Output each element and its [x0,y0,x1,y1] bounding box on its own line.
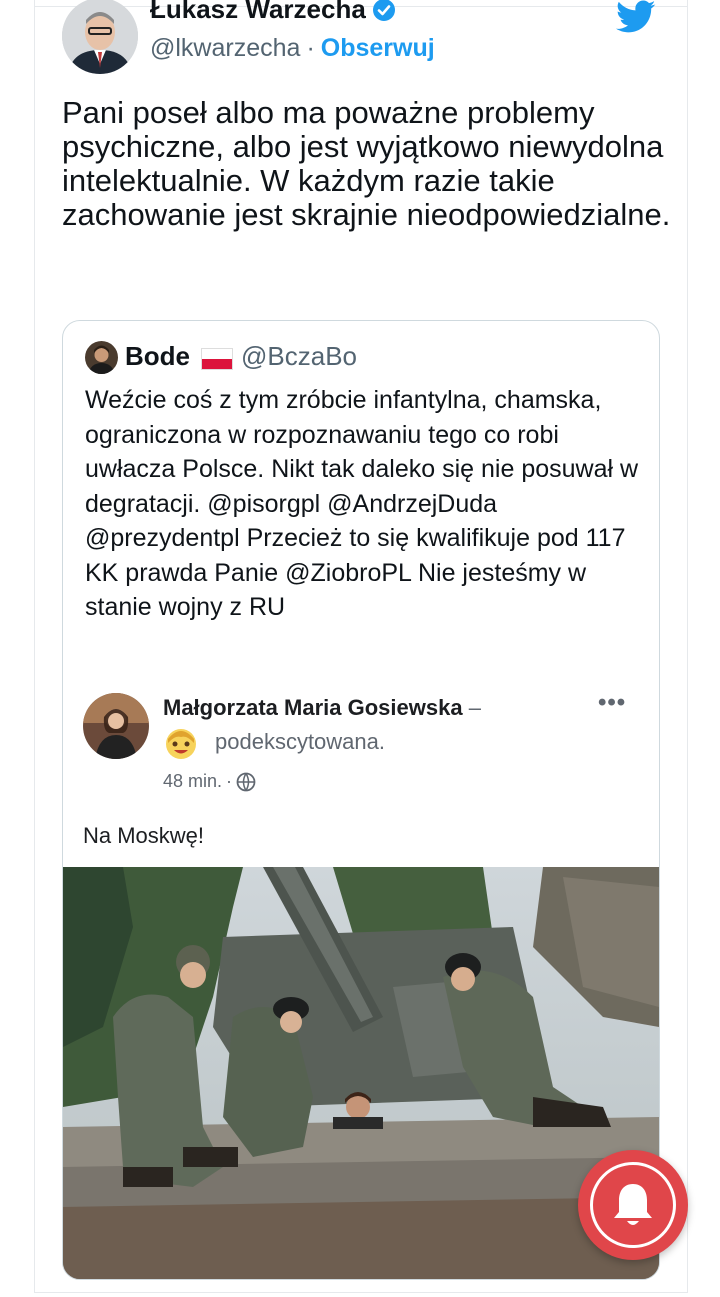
quoted-tweet[interactable]: Bode @BczaBo Weźcie coś z tym zróbcie in… [62,320,660,1280]
author-name[interactable]: Łukasz Warzecha [150,0,396,25]
fb-feeling: podekscytowana. [215,729,385,754]
quote-author-name[interactable]: Bode [125,341,190,372]
notification-bell-button[interactable] [578,1150,688,1260]
more-options-icon: ••• [598,689,627,716]
fb-author-line: Małgorzata Maria Gosiewska – [163,695,481,721]
fb-dash: – [468,695,481,720]
quote-author-handle[interactable]: @BczaBo [241,341,357,372]
bell-ring [590,1162,676,1248]
separator: · [306,34,315,62]
quote-author-avatar[interactable] [85,341,118,374]
author-handle[interactable]: @lkwarzecha [150,34,300,62]
excited-emoji-icon [166,729,196,759]
fb-time-text: 48 min. [163,771,223,791]
author-name-text[interactable]: Łukasz Warzecha [150,0,366,25]
soldiers-tank-photo [63,867,659,1279]
globe-icon [236,772,256,791]
facebook-post-screenshot[interactable]: Małgorzata Maria Gosiewska – ••• podeksc… [63,681,659,1279]
fb-author-name: Małgorzata Maria Gosiewska [163,695,463,720]
verified-badge-icon [372,0,395,21]
fb-time-separator: · [226,771,233,791]
fb-author-avatar [83,693,149,759]
author-avatar[interactable] [62,0,138,74]
fb-timestamp: 48 min. · [163,771,256,792]
twitter-bird-icon[interactable] [616,0,656,34]
bell-icon [614,1184,652,1225]
tweet-text: Pani poseł albo ma poważne problemy psyc… [62,95,671,232]
quote-text: Weźcie coś z tym zróbcie infantylna, cha… [85,386,639,621]
fb-post-text: Na Moskwę! [83,823,205,848]
follow-button[interactable]: Obserwuj [321,34,435,62]
author-handle-line: @lkwarzecha · Obserwuj [150,34,435,63]
poland-flag-icon [201,348,233,370]
